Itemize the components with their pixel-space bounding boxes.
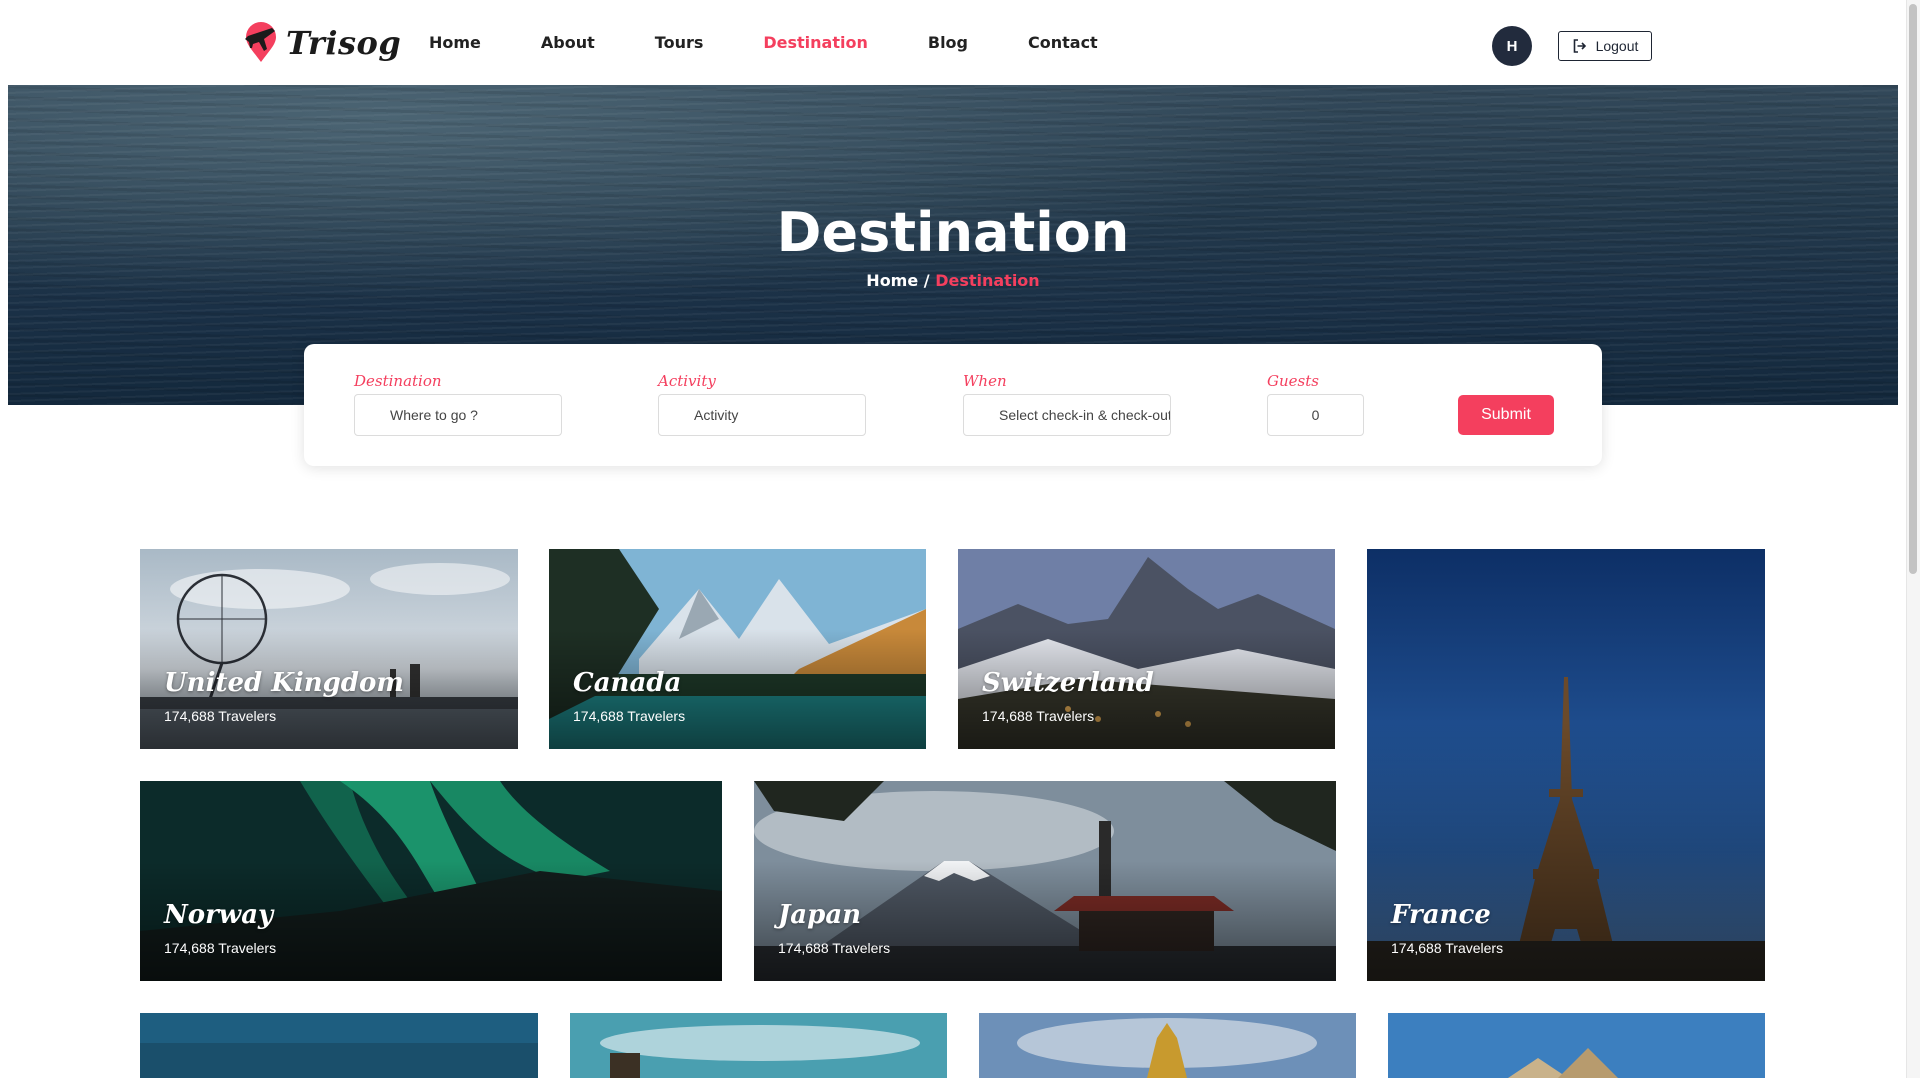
- nav-about[interactable]: About: [541, 33, 595, 52]
- destination-travelers: 174,688 Travelers: [573, 708, 686, 724]
- activity-input[interactable]: Activity: [658, 394, 866, 436]
- destination-card-japan[interactable]: Japan 174,688 Travelers: [754, 781, 1336, 981]
- search-panel: Destination Where to go ? Activity Activ…: [304, 344, 1602, 466]
- site-header: Trisog Home About Tours Destination Blog…: [8, 0, 1898, 85]
- breadcrumb: Home / Destination: [8, 271, 1898, 290]
- destination-input[interactable]: Where to go ?: [354, 394, 562, 436]
- destination-travelers: 174,688 Travelers: [1391, 940, 1504, 956]
- destination-name: Switzerland: [982, 668, 1154, 698]
- partial-image: [140, 1013, 538, 1078]
- destination-travelers: 174,688 Travelers: [982, 708, 1095, 724]
- destination-card-partial[interactable]: [1388, 1013, 1765, 1078]
- user-avatar[interactable]: H: [1492, 26, 1532, 66]
- activity-field: Activity Activity: [658, 372, 866, 436]
- breadcrumb-current: Destination: [935, 271, 1040, 290]
- destination-name: United Kingdom: [164, 668, 404, 698]
- destination-card-norway[interactable]: Norway 174,688 Travelers: [140, 781, 722, 981]
- page-title: Destination: [776, 201, 1130, 264]
- nav-contact[interactable]: Contact: [1028, 33, 1098, 52]
- guests-label: Guests: [1267, 372, 1319, 390]
- destination-card-partial[interactable]: [979, 1013, 1356, 1078]
- breadcrumb-home[interactable]: Home: [866, 271, 918, 290]
- nav-blog[interactable]: Blog: [928, 33, 968, 52]
- nav-destination[interactable]: Destination: [763, 33, 868, 52]
- partial-image: [979, 1013, 1356, 1078]
- destination-card-france[interactable]: France 174,688 Travelers: [1367, 549, 1765, 981]
- partial-image: [1388, 1013, 1765, 1078]
- brand-logo[interactable]: Trisog: [242, 22, 401, 64]
- destination-travelers: 174,688 Travelers: [778, 940, 891, 956]
- destination-name: France: [1391, 900, 1491, 930]
- guests-field: Guests 0: [1267, 372, 1364, 436]
- plane-pin-icon: [245, 22, 276, 62]
- breadcrumb-separator: /: [918, 271, 936, 290]
- main-nav: Home About Tours Destination Blog Contac…: [429, 0, 1158, 85]
- logout-icon: [1573, 39, 1586, 53]
- nav-tours[interactable]: Tours: [655, 33, 704, 52]
- destination-card-united-kingdom[interactable]: United Kingdom 174,688 Travelers: [140, 549, 518, 749]
- destination-name: Japan: [778, 900, 862, 930]
- activity-label: Activity: [658, 372, 716, 390]
- destination-card-partial[interactable]: [140, 1013, 538, 1078]
- partial-image: [570, 1013, 947, 1078]
- destination-name: Norway: [164, 900, 274, 930]
- guests-input[interactable]: 0: [1267, 394, 1364, 436]
- when-field: When Select check-in & check-out: [963, 372, 1171, 436]
- date-range-input[interactable]: Select check-in & check-out: [963, 394, 1171, 436]
- destination-field: Destination Where to go ?: [354, 372, 562, 436]
- destination-name: Canada: [573, 668, 682, 698]
- brand-name: Trisog: [286, 24, 402, 62]
- destination-travelers: 174,688 Travelers: [164, 708, 277, 724]
- destination-card-canada[interactable]: Canada 174,688 Travelers: [549, 549, 926, 749]
- destination-travelers: 174,688 Travelers: [164, 940, 277, 956]
- when-label: When: [963, 372, 1007, 390]
- logout-button[interactable]: Logout: [1558, 31, 1652, 61]
- nav-home[interactable]: Home: [429, 33, 481, 52]
- logout-label: Logout: [1595, 38, 1639, 54]
- scrollbar-thumb[interactable]: [1909, 4, 1917, 574]
- destination-label: Destination: [354, 372, 442, 390]
- submit-button[interactable]: Submit: [1458, 395, 1554, 435]
- destination-card-switzerland[interactable]: Switzerland 174,688 Travelers: [958, 549, 1335, 749]
- destination-card-partial[interactable]: [570, 1013, 947, 1078]
